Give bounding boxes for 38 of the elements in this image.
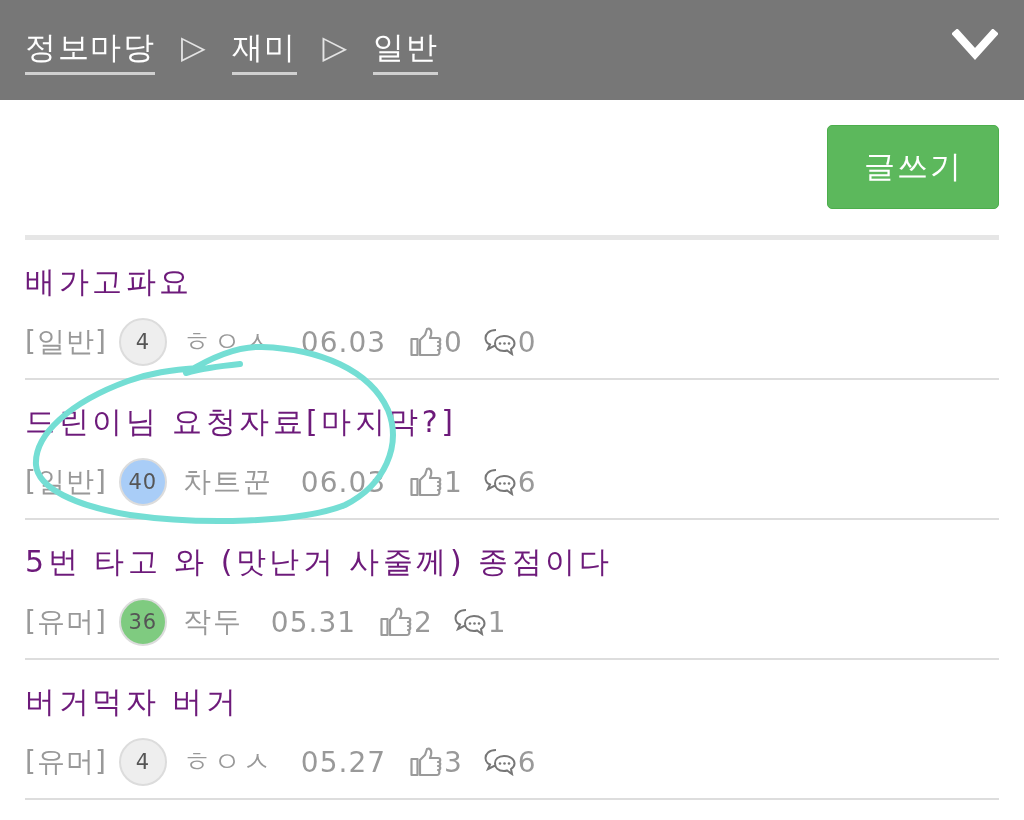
comment-icon <box>453 608 486 636</box>
thumbs-up-icon <box>410 327 443 357</box>
breadcrumb-separator: ▷ <box>181 27 206 67</box>
comment-count: 1 <box>487 605 506 639</box>
comment-count: 6 <box>517 465 536 499</box>
level-badge: 36 <box>118 598 167 646</box>
breadcrumb-link[interactable]: 일반 <box>373 27 439 75</box>
post-date: 05.27 <box>300 745 387 779</box>
comment-count: 6 <box>517 745 536 779</box>
post-author: ㅎㅇㅅ <box>182 744 273 780</box>
post-category: [유머] <box>25 604 107 640</box>
thumbs-up-icon <box>410 747 443 777</box>
post-author: 차트꾼 <box>182 464 273 500</box>
breadcrumb-separator: ▷ <box>322 27 348 67</box>
level-badge: 4 <box>118 738 167 786</box>
comment-icon <box>483 328 516 356</box>
comment-count: 0 <box>517 325 536 359</box>
breadcrumb-link[interactable]: 재미 <box>231 27 297 75</box>
level-badge: 40 <box>118 458 167 506</box>
like-count: 2 <box>414 605 432 639</box>
thumbs-up-icon <box>410 467 443 497</box>
post-category: [유머] <box>25 744 107 780</box>
post-title[interactable]: 배가고파요 <box>25 262 193 302</box>
breadcrumb-link[interactable]: 정보마당 <box>25 27 155 75</box>
like-count: 0 <box>444 325 462 359</box>
post-title[interactable]: 버거먹자 버거 <box>25 682 240 722</box>
like-count: 1 <box>444 465 462 499</box>
post-title[interactable]: 5번 타고 와 (맛난거 사줄께) 종점이다 <box>25 542 613 582</box>
level-badge: 4 <box>118 318 167 366</box>
post-category: [일반] <box>25 324 107 360</box>
post-date: 06.03 <box>300 325 387 359</box>
like-count: 3 <box>444 745 462 779</box>
comment-icon <box>483 748 516 776</box>
comment-icon <box>483 468 516 496</box>
post-date: 05.31 <box>270 605 357 639</box>
post-author: 작두 <box>182 604 243 640</box>
chevron-down-icon[interactable] <box>952 29 998 61</box>
thumbs-up-icon <box>380 607 413 637</box>
